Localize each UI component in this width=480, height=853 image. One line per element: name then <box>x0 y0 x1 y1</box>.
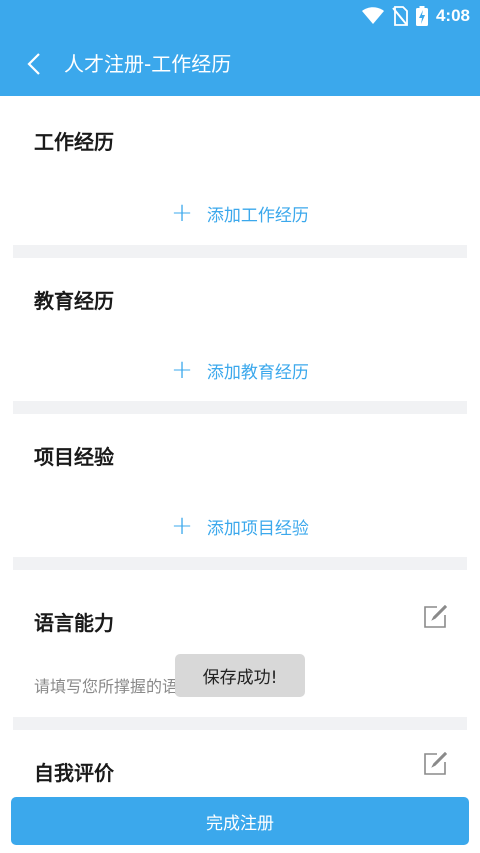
section-separator <box>13 557 467 570</box>
section-title-language: 语言能力 <box>34 611 114 635</box>
plus-icon: + <box>171 511 193 541</box>
add-education-button[interactable]: + 添加教育经历 <box>13 357 467 383</box>
add-project-label: 添加项目经验 <box>206 518 309 539</box>
section-education: 教育经历 + 添加教育经历 <box>13 258 467 401</box>
status-icons: 4:08 <box>361 0 470 32</box>
add-project-button[interactable]: + 添加项目经验 <box>13 513 467 539</box>
add-work-label: 添加工作经历 <box>206 205 309 226</box>
section-separator <box>13 401 467 414</box>
add-education-label: 添加教育经历 <box>206 362 309 383</box>
edit-self-eval-icon[interactable] <box>423 752 447 776</box>
status-time: 4:08 <box>435 6 470 25</box>
section-title-work: 工作经历 <box>34 130 114 154</box>
wifi-icon <box>361 7 384 24</box>
app-bar: 人才注册-工作经历 <box>0 32 480 96</box>
section-project: 项目经验 + 添加项目经验 <box>13 414 467 557</box>
back-button[interactable] <box>20 50 48 78</box>
section-title-project: 项目经验 <box>34 445 114 469</box>
language-hint-text[interactable]: 请填写您所撑握的语 <box>34 673 178 697</box>
plus-icon: + <box>171 355 193 385</box>
toast-message: 保存成功! <box>175 654 305 697</box>
section-title-self-eval: 自我评价 <box>34 761 114 785</box>
section-title-education: 教育经历 <box>34 289 114 313</box>
no-sim-icon <box>392 6 408 26</box>
form-content: 工作经历 + 添加工作经历 教育经历 + 添加教育经历 项目经验 + 添加项目经… <box>13 96 467 810</box>
section-separator <box>13 717 467 730</box>
plus-icon: + <box>171 198 193 228</box>
edit-language-icon[interactable] <box>423 605 447 629</box>
add-work-experience-button[interactable]: + 添加工作经历 <box>13 200 467 226</box>
page-title: 人才注册-工作经历 <box>64 52 232 76</box>
finish-registration-button[interactable]: 完成注册 <box>11 797 469 845</box>
battery-charging-icon <box>415 6 428 26</box>
section-separator <box>13 245 467 258</box>
back-arrow-icon <box>27 53 40 75</box>
section-work-experience: 工作经历 + 添加工作经历 <box>13 96 467 245</box>
status-bar: 4:08 <box>0 0 480 32</box>
